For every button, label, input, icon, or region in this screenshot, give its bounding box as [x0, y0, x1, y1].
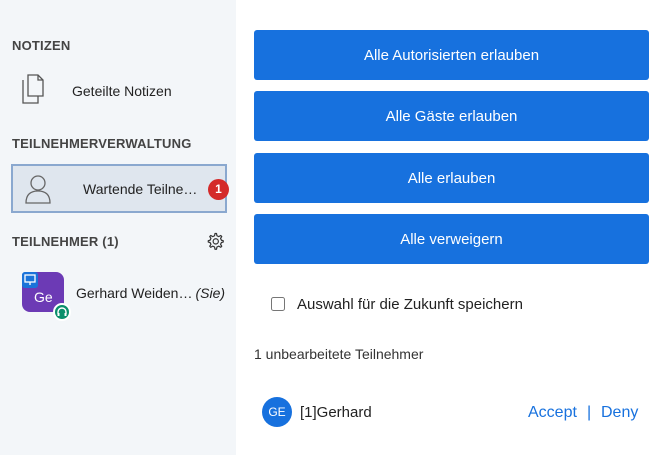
presenter-icon — [22, 272, 38, 288]
sidebar: NOTIZEN Geteilte Notizen TEILNEHMERVERWA… — [0, 0, 236, 455]
allow-guests-button[interactable]: Alle Gäste erlauben — [254, 91, 649, 141]
guest-name: [1]Gerhard — [300, 404, 372, 421]
accept-link[interactable]: Accept — [528, 404, 577, 422]
headset-icon — [53, 303, 71, 321]
guest-avatar: GE — [262, 397, 292, 427]
allow-all-button[interactable]: Alle erlauben — [254, 153, 649, 203]
gear-icon[interactable] — [206, 232, 224, 250]
allow-authenticated-button[interactable]: Alle Autorisierten erlauben — [254, 30, 649, 80]
deny-all-button[interactable]: Alle verweigern — [254, 214, 649, 264]
avatar: Ge — [22, 272, 71, 321]
shared-notes-label: Geteilte Notizen — [72, 83, 172, 99]
participant-row[interactable]: Ge Gerhard Weiden… (Sie) — [0, 268, 236, 321]
participants-section-title: TEILNEHMER (1) — [12, 234, 119, 249]
user-icon — [25, 175, 51, 204]
you-label: (Sie) — [195, 285, 226, 301]
management-section-title: TEILNEHMERVERWALTUNG — [12, 136, 192, 151]
remember-choice[interactable]: Auswahl für die Zukunft speichern — [271, 296, 523, 313]
waiting-users-item[interactable]: Wartende Teilne… 1 — [11, 164, 229, 213]
participant-name-text: Gerhard Weiden… — [76, 285, 193, 301]
deny-link[interactable]: Deny — [601, 404, 638, 422]
action-separator: | — [587, 404, 592, 421]
participant-name: Gerhard Weiden… (Sie) — [76, 285, 225, 301]
remember-choice-label: Auswahl für die Zukunft speichern — [297, 296, 523, 313]
waiting-users-label: Wartende Teilne… — [83, 181, 198, 197]
pending-count-text: 1 unbearbeitete Teilnehmer — [254, 346, 424, 362]
remember-choice-checkbox[interactable] — [271, 297, 285, 311]
notes-section-title: NOTIZEN — [12, 38, 71, 53]
pending-user-row: GE [1]Gerhard Accept | Deny — [262, 395, 649, 431]
shared-notes-icon — [22, 74, 44, 104]
avatar-initials: Ge — [34, 289, 53, 305]
shared-notes-item[interactable]: Geteilte Notizen — [0, 70, 236, 112]
waiting-count-badge: 1 — [208, 179, 229, 200]
